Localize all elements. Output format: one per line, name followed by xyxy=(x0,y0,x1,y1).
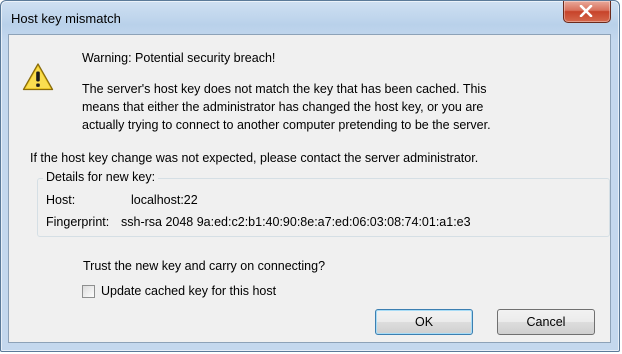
host-value: localhost:22 xyxy=(131,193,198,207)
fingerprint-value: ssh-rsa 2048 9a:ed:c2:b1:40:90:8e:a7:ed:… xyxy=(121,215,471,229)
details-legend: Details for new key: xyxy=(43,170,159,184)
window-title: Host key mismatch xyxy=(11,11,121,26)
title-bar[interactable]: Host key mismatch xyxy=(1,1,619,35)
warning-headline: Warning: Potential security breach! xyxy=(82,51,276,65)
message-line: means that either the administrator has … xyxy=(82,100,484,114)
message-line: The server's host key does not match the… xyxy=(82,82,487,96)
cancel-button[interactable]: Cancel xyxy=(497,309,595,335)
contact-admin-text: If the host key change was not expected,… xyxy=(30,151,479,165)
warning-icon xyxy=(22,63,54,91)
update-cache-checkbox-label[interactable]: Update cached key for this host xyxy=(101,284,276,298)
update-cache-checkbox[interactable] xyxy=(82,285,95,298)
host-label: Host: xyxy=(46,193,76,207)
message-line: actually trying to connect to another co… xyxy=(82,118,491,132)
fingerprint-label: Fingerprint: xyxy=(46,215,110,229)
mismatch-message: The server's host key does not match the… xyxy=(82,80,607,134)
close-button[interactable] xyxy=(563,1,611,23)
ok-button[interactable]: OK xyxy=(375,309,473,335)
trust-question: Trust the new key and carry on connectin… xyxy=(83,259,326,273)
close-icon xyxy=(579,5,593,17)
